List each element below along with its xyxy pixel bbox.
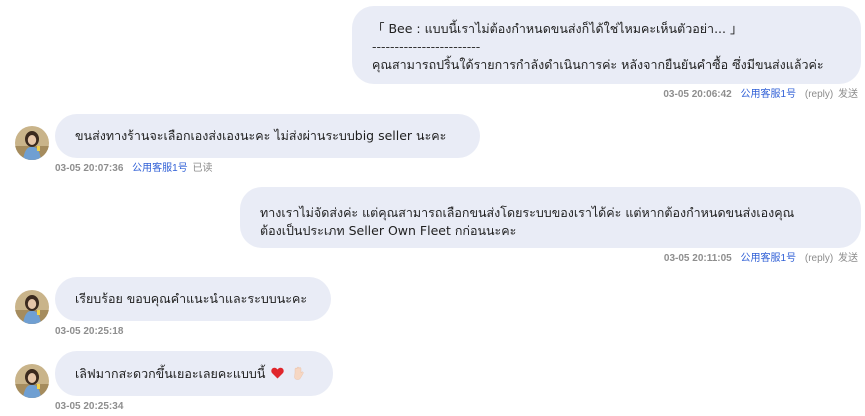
message-text: เรียบร้อย ขอบคุณคำแนะนำและระบบนะคะ [75, 291, 308, 306]
reply-tag: (reply) [804, 253, 834, 264]
message-meta: 03-05 20:11:05 公用客服1号 (reply) 发送 [664, 253, 858, 265]
message-meta: 03-05 20:07:36 公用客服1号 已读 [55, 163, 213, 175]
message-bubble-incoming: เรียบร้อย ขอบคุณคำแนะนำและระบบนะคะ [55, 277, 331, 321]
read-status: 已读 [192, 163, 213, 174]
message-timestamp: 03-05 20:06:42 [663, 89, 732, 100]
message-bubble-incoming: ขนส่งทางร้านจะเลือกเองส่งเองนะคะ ไม่ส่งผ… [55, 114, 480, 158]
message-timestamp: 03-05 20:07:36 [55, 163, 124, 174]
message-text-line: ทางเราไม่จัดส่งค่ะ แต่คุณสามารถเลือกขนส่… [260, 205, 795, 220]
avatar-image [15, 290, 49, 324]
message-meta: 03-05 20:25:18 [55, 326, 123, 338]
reply-tag: (reply) [804, 89, 834, 100]
customer-avatar[interactable] [15, 126, 49, 160]
quoted-message[interactable]: 「 Bee : แบบนี้เราไม่ต้องกำหนดขนส่งก็ได้ใ… [372, 20, 843, 38]
message-text: คุณสามารถปริ้นใด้รายการกำลังดำเนินการค่ะ… [372, 57, 824, 72]
message-timestamp: 03-05 20:25:34 [55, 401, 124, 412]
message-bubble-incoming: เลิฟมากสะดวกขึ้นเยอะเลยคะแบบนี้ [55, 351, 333, 396]
message-status: 发送 [838, 253, 858, 264]
message-timestamp: 03-05 20:11:05 [663, 253, 732, 264]
red-heart-icon [271, 367, 285, 379]
message-text-line: ต้องเป็นประเภท Seller Own Fleet กก่อนนะค… [260, 223, 517, 238]
message-timestamp: 03-05 20:25:18 [55, 326, 124, 337]
quote-divider: ------------------------ [372, 39, 481, 54]
agent-link[interactable]: 公用客服1号 [741, 253, 797, 264]
customer-avatar[interactable] [15, 290, 49, 324]
message-text: ขนส่งทางร้านจะเลือกเองส่งเองนะคะ ไม่ส่งผ… [75, 128, 447, 143]
message-text-with-emoji: เลิฟมากสะดวกขึ้นเยอะเลยคะแบบนี้ [75, 365, 333, 383]
message-bubble-outgoing: ทางเราไม่จัดส่งค่ะ แต่คุณสามารถเลือกขนส่… [240, 187, 861, 248]
message-status: 发送 [838, 89, 858, 100]
avatar-image [15, 364, 49, 398]
agent-link[interactable]: 公用客服1号 [132, 163, 188, 174]
message-bubble-outgoing: 「 Bee : แบบนี้เราไม่ต้องกำหนดขนส่งก็ได้ใ… [352, 6, 861, 84]
customer-avatar[interactable] [15, 364, 49, 398]
agent-link[interactable]: 公用客服1号 [741, 89, 797, 100]
avatar-image [15, 126, 49, 160]
raised-hand-icon [294, 366, 304, 380]
message-meta: 03-05 20:25:34 [55, 401, 123, 413]
message-text: เลิฟมากสะดวกขึ้นเยอะเลยคะแบบนี้ [75, 366, 266, 381]
message-meta: 03-05 20:06:42 公用客服1号 (reply) 发送 [663, 89, 858, 101]
